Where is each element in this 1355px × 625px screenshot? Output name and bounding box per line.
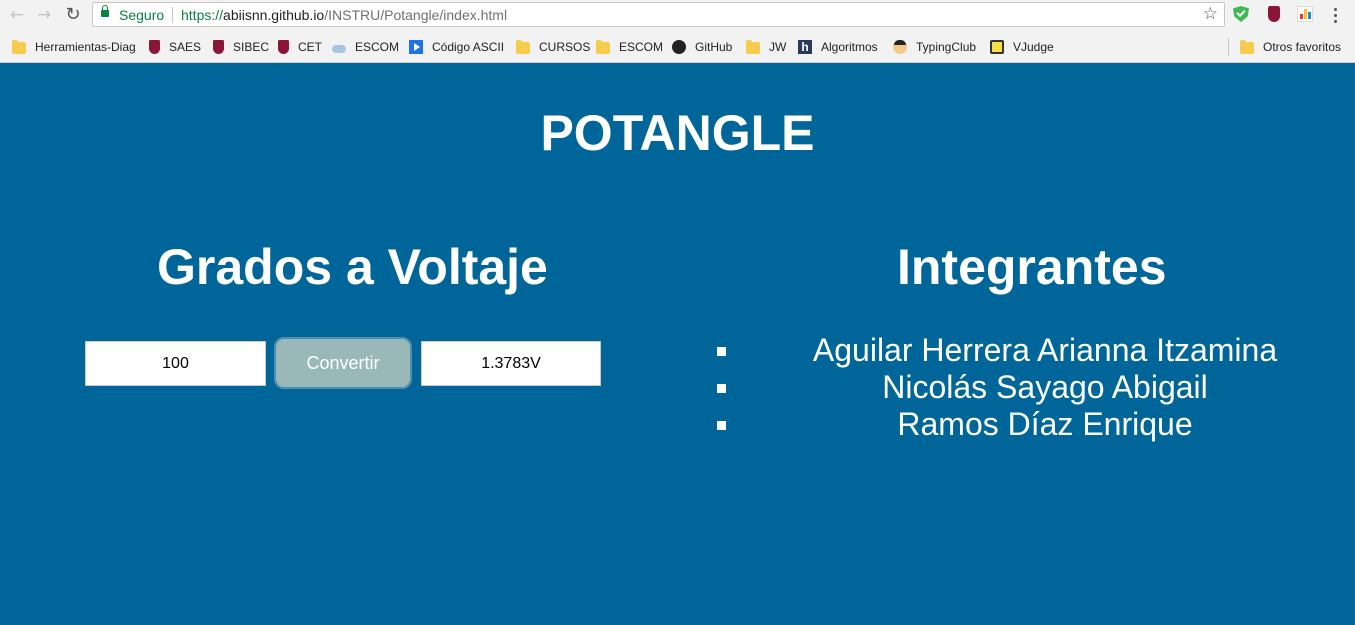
bookmark-cet[interactable]: CET xyxy=(278,38,322,56)
url-scheme: https:// xyxy=(181,7,224,23)
url-path: /INSTRU/Potangle/index.html xyxy=(324,7,508,23)
member-name: Ramos Díaz Enrique xyxy=(897,406,1193,442)
bookmark-saes[interactable]: SAES xyxy=(149,38,201,56)
folder-icon xyxy=(1240,39,1254,54)
secure-label: Seguro xyxy=(119,7,165,23)
bookmark-label: CET xyxy=(298,40,322,54)
chart-extension-icon[interactable] xyxy=(1297,6,1313,22)
bookmark-cursos[interactable]: CURSOS xyxy=(516,38,590,56)
list-item: Ramos Díaz Enrique xyxy=(717,406,1355,443)
bookmark-escom-site[interactable]: ESCOM xyxy=(332,38,399,56)
url-text[interactable]: https://abiisnn.github.io/INSTRU/Potangl… xyxy=(181,7,507,23)
face-icon xyxy=(893,40,907,54)
bookmark-jw[interactable]: JW xyxy=(746,38,786,56)
reload-icon[interactable]: ↻ xyxy=(62,4,84,26)
bookmark-algoritmos[interactable]: h Algoritmos xyxy=(798,38,878,56)
member-name: Nicolás Sayago Abigail xyxy=(882,369,1208,405)
forward-arrow-icon[interactable]: → xyxy=(33,4,55,26)
team-title: Integrantes xyxy=(897,239,1167,295)
folder-icon xyxy=(12,39,26,54)
bookmark-label: Herramientas-Diag xyxy=(35,40,136,54)
url-host: abiisnn.github.io xyxy=(223,7,325,23)
bookmark-label: Código ASCII xyxy=(432,40,505,54)
degrees-input[interactable] xyxy=(85,341,266,386)
shield-extension-icon[interactable] xyxy=(1233,6,1249,22)
bookmark-codigo-ascii[interactable]: Código ASCII xyxy=(409,38,504,56)
bookmark-label: ESCOM xyxy=(355,40,400,54)
lock-icon xyxy=(101,5,109,19)
folder-icon xyxy=(596,39,610,54)
folder-icon xyxy=(746,39,760,54)
bookmark-label: JW xyxy=(769,40,787,54)
play-icon xyxy=(409,40,423,54)
crest-icon xyxy=(213,40,224,54)
cloud-icon xyxy=(332,44,346,53)
crest-icon xyxy=(278,40,289,54)
bookmark-label: TypingClub xyxy=(916,40,977,54)
bookmark-sibec[interactable]: SIBEC xyxy=(213,38,269,56)
bookmark-label: Otros favoritos xyxy=(1263,40,1342,54)
bookmarks-divider xyxy=(1228,38,1229,56)
team-list: Aguilar Herrera Arianna Itzamina Nicolás… xyxy=(717,332,1355,443)
bookmark-otros-favoritos[interactable]: Otros favoritos xyxy=(1240,38,1341,56)
menu-kebab-icon[interactable] xyxy=(1325,4,1345,26)
crest-icon xyxy=(149,40,160,54)
back-arrow-icon[interactable]: ← xyxy=(6,4,28,26)
browser-toolbar: ← → ↻ Seguro https://abiisnn.github.io/I… xyxy=(0,0,1355,30)
list-item: Aguilar Herrera Arianna Itzamina xyxy=(717,332,1355,369)
bookmark-typingclub[interactable]: TypingClub xyxy=(893,38,976,56)
page-content: POTANGLE Grados a Voltaje Convertir Inte… xyxy=(0,64,1355,625)
bookmark-star-icon[interactable]: ☆ xyxy=(1203,4,1218,24)
bookmark-label: CURSOS xyxy=(539,40,591,54)
converter-title: Grados a Voltaje xyxy=(157,239,548,295)
h-square-icon: h xyxy=(798,40,812,54)
address-divider xyxy=(172,7,173,23)
voltage-output[interactable] xyxy=(421,341,601,386)
bookmark-escom-folder[interactable]: ESCOM xyxy=(596,38,663,56)
bookmark-label: SIBEC xyxy=(233,40,270,54)
convert-button[interactable]: Convertir xyxy=(274,337,412,389)
bookmark-herramientas-diag[interactable]: Herramientas-Diag xyxy=(12,38,136,56)
bookmark-label: ESCOM xyxy=(619,40,664,54)
folder-icon xyxy=(516,39,530,54)
page-title: POTANGLE xyxy=(540,105,815,161)
bookmarks-bar: Herramientas-Diag SAES SIBEC CET ESCOM C… xyxy=(0,30,1355,63)
bookmark-vjudge[interactable]: VJudge xyxy=(990,38,1054,56)
list-item: Nicolás Sayago Abigail xyxy=(717,369,1355,406)
member-name: Aguilar Herrera Arianna Itzamina xyxy=(812,332,1278,368)
bookmark-label: GitHub xyxy=(695,40,733,54)
vjudge-icon xyxy=(990,40,1004,54)
bookmark-github[interactable]: GitHub xyxy=(672,38,732,56)
github-icon xyxy=(672,40,686,54)
crest-extension-icon[interactable] xyxy=(1268,6,1280,22)
address-bar[interactable]: Seguro https://abiisnn.github.io/INSTRU/… xyxy=(92,2,1225,27)
bookmark-label: VJudge xyxy=(1013,40,1054,54)
bookmark-label: SAES xyxy=(169,40,202,54)
bookmark-label: Algoritmos xyxy=(821,40,878,54)
